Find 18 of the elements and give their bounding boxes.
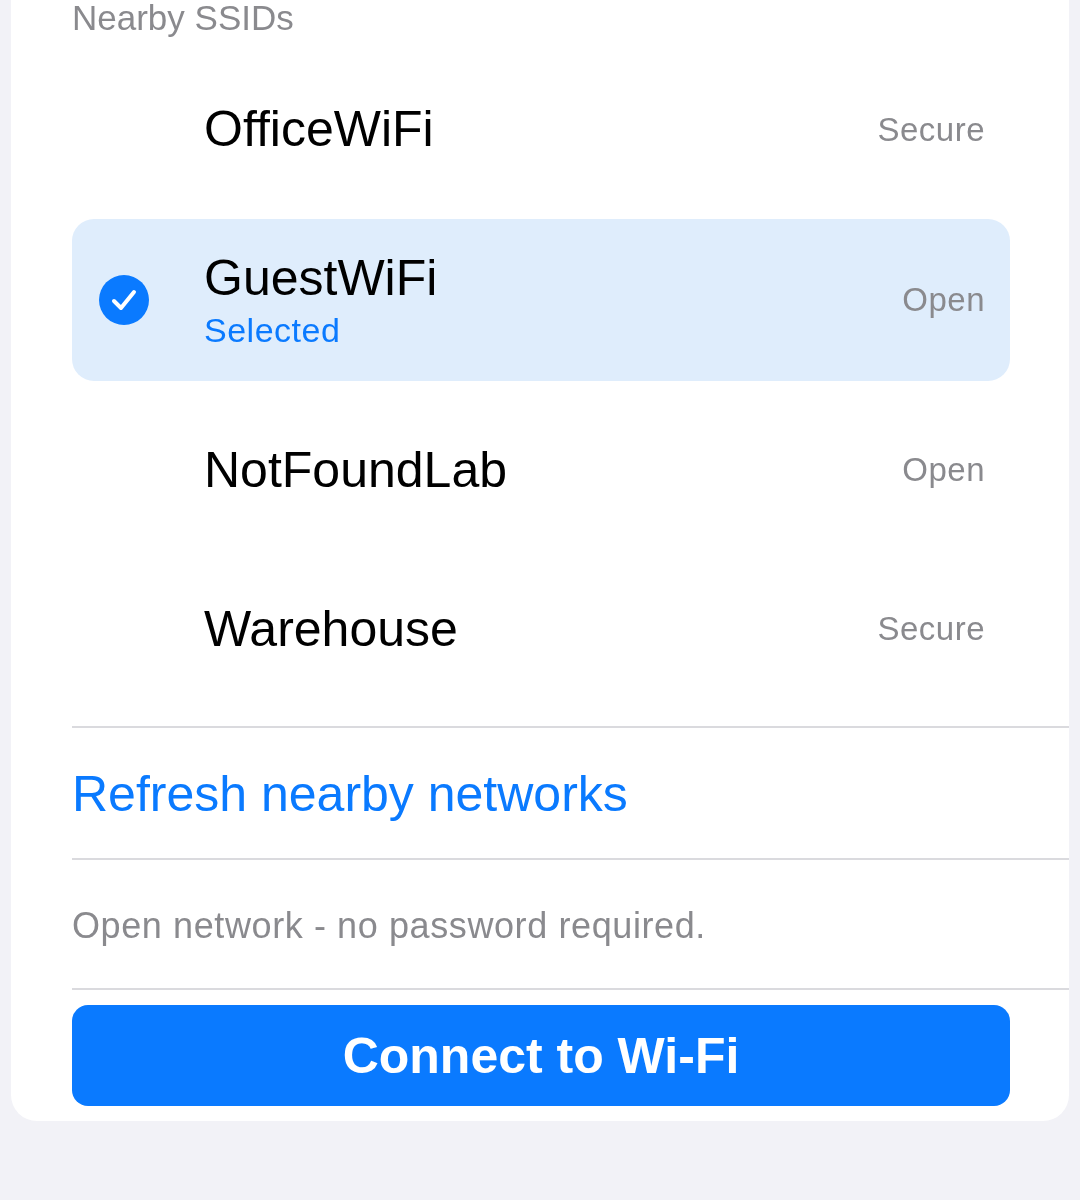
section-header: Nearby SSIDs (72, 0, 294, 35)
network-row[interactable]: GuestWiFi Selected Open (72, 219, 1010, 382)
checkmark-icon (99, 275, 149, 326)
security-label: Secure (877, 111, 985, 149)
refresh-link[interactable]: Refresh nearby networks (72, 766, 628, 823)
network-row[interactable]: OfficeWiFi Secure (72, 60, 1010, 200)
security-label: Open (902, 281, 985, 320)
security-label: Secure (877, 610, 985, 649)
network-row[interactable]: Warehouse Secure (72, 559, 1010, 700)
connect-button[interactable]: Connect to Wi-Fi (72, 1005, 1010, 1107)
network-status: Selected (204, 309, 341, 351)
network-name: Warehouse (204, 600, 458, 659)
network-name: OfficeWiFi (204, 101, 434, 159)
info-note: Open network - no password required. (72, 905, 706, 947)
security-label: Open (902, 451, 985, 490)
network-row[interactable]: NotFoundLab Open (72, 400, 1010, 541)
network-name: GuestWiFi (204, 250, 438, 308)
network-name: NotFoundLab (204, 441, 507, 500)
